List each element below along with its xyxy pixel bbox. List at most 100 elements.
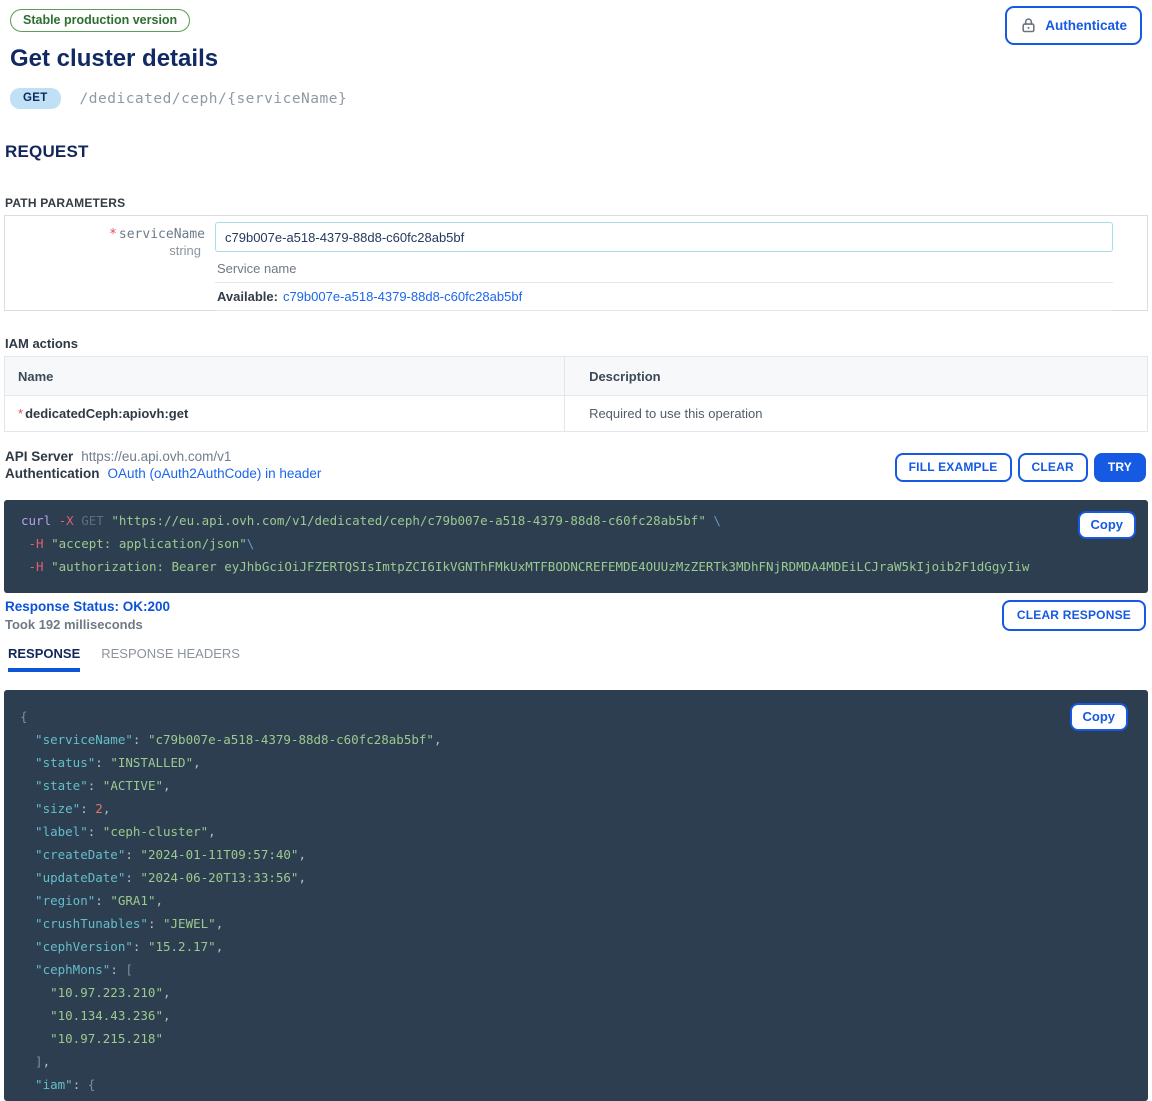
version-badge: Stable production version [10, 9, 190, 32]
response-status-area: Response Status: OK:200 Took 192 millise… [0, 599, 1152, 633]
code-token: "state" [20, 778, 88, 793]
iam-column-name: Name [5, 357, 565, 396]
code-token: : [133, 732, 148, 747]
available-value-link[interactable]: c79b007e-a518-4379-88d8-c60fc28ab5bf [283, 289, 522, 304]
try-button[interactable]: TRY [1094, 453, 1146, 482]
code-line: "cephMons": [ [20, 958, 1148, 981]
copy-curl-button[interactable]: Copy [1078, 511, 1137, 539]
code-token: , [298, 870, 306, 885]
code-token: "updateDate" [20, 870, 125, 885]
server-area: API Serverhttps://eu.api.ovh.com/v1 Auth… [0, 448, 1152, 482]
http-method-badge: GET [10, 88, 61, 109]
api-server-label: API Server [5, 449, 73, 464]
code-token: "region" [20, 893, 95, 908]
api-console-page: Stable production version Authenticate G… [0, 0, 1152, 1101]
code-token: , [155, 893, 163, 908]
code-token: , [298, 847, 306, 862]
code-token: : [73, 1077, 88, 1092]
iam-actions-table: Name Description *dedicatedCeph:apiovh:g… [4, 356, 1148, 432]
code-token: "crushTunables" [20, 916, 148, 931]
iam-action-description-cell: Required to use this operation [565, 396, 1148, 432]
code-token: "INSTALLED" [110, 755, 193, 770]
code-token: { [20, 709, 28, 724]
code-token: "10.134.43.236" [20, 1008, 163, 1023]
param-available-row: Available:c79b007e-a518-4379-88d8-c60fc2… [215, 283, 1113, 311]
response-code-block: Copy { "serviceName": "c79b007e-a518-437… [4, 690, 1148, 1101]
code-token [21, 536, 29, 551]
code-token: : [125, 847, 140, 862]
iam-table-row: *dedicatedCeph:apiovh:get Required to us… [5, 396, 1148, 432]
page-title: Get cluster details [10, 45, 1152, 73]
code-line: "createDate": "2024-01-11T09:57:40", [20, 843, 1148, 866]
code-token: "serviceName" [20, 732, 133, 747]
clear-response-button[interactable]: CLEAR RESPONSE [1002, 600, 1146, 631]
authenticate-label: Authenticate [1045, 18, 1127, 33]
code-line: "10.97.223.210", [20, 981, 1148, 1004]
code-token: , [193, 755, 201, 770]
code-line: "region": "GRA1", [20, 889, 1148, 912]
code-token: "ACTIVE" [103, 778, 163, 793]
fill-example-button[interactable]: FILL EXAMPLE [895, 453, 1012, 482]
code-line: -H "accept: application/json"\ [21, 532, 1148, 555]
code-token: "GRA1" [110, 893, 155, 908]
code-token: \ [247, 536, 255, 551]
code-line: "10.134.43.236", [20, 1004, 1148, 1027]
clear-button[interactable]: CLEAR [1018, 453, 1088, 482]
code-token: "15.2.17" [148, 939, 216, 954]
request-section-title: REQUEST [5, 142, 1152, 162]
service-name-input[interactable] [215, 222, 1113, 252]
code-token: : [88, 824, 103, 839]
code-line: "serviceName": "c79b007e-a518-4379-88d8-… [20, 728, 1148, 751]
code-token: "cephVersion" [20, 939, 133, 954]
code-token: "iam" [20, 1077, 73, 1092]
code-token: "size" [20, 801, 80, 816]
response-status: Response Status: OK:200 [5, 599, 1152, 615]
code-token: { [88, 1077, 96, 1092]
response-took: Took 192 milliseconds [5, 617, 1152, 633]
code-token: , [103, 801, 111, 816]
code-token: "JEWEL" [163, 916, 216, 931]
tab-response[interactable]: RESPONSE [8, 646, 80, 672]
code-token: , [216, 916, 224, 931]
code-token [21, 559, 29, 574]
code-line: "size": 2, [20, 797, 1148, 820]
code-token: : [110, 962, 125, 977]
code-token: "10.97.215.218" [20, 1031, 163, 1046]
code-token: ] [20, 1054, 43, 1069]
endpoint-row: GET /dedicated/ceph/{serviceName} [10, 88, 1152, 109]
endpoint-path: /dedicated/ceph/{serviceName} [80, 91, 348, 107]
code-token: "cephMons" [20, 962, 110, 977]
code-token: "status" [20, 755, 95, 770]
code-token: \ [706, 513, 721, 528]
curl-code: curl -X GET "https://eu.api.ovh.com/v1/d… [21, 509, 1148, 578]
code-token: , [208, 824, 216, 839]
param-label: *serviceName string [5, 227, 205, 258]
required-marker: * [109, 227, 117, 242]
code-line: ], [20, 1050, 1148, 1073]
action-buttons: FILL EXAMPLE CLEAR TRY [895, 453, 1146, 482]
code-token: "label" [20, 824, 88, 839]
code-token: : [148, 916, 163, 931]
code-line: "status": "INSTALLED", [20, 751, 1148, 774]
code-token: : [80, 801, 95, 816]
authenticate-button[interactable]: Authenticate [1005, 6, 1142, 45]
code-token: "2024-06-20T13:33:56" [140, 870, 298, 885]
curl-code-block: Copy curl -X GET "https://eu.api.ovh.com… [4, 500, 1148, 593]
code-token: "10.97.223.210" [20, 985, 163, 1000]
code-token: "ceph-cluster" [103, 824, 208, 839]
code-token: -X [59, 513, 82, 528]
iam-action-name-cell: *dedicatedCeph:apiovh:get [5, 396, 565, 432]
code-line: curl -X GET "https://eu.api.ovh.com/v1/d… [21, 509, 1148, 532]
param-right-column: Service name Available:c79b007e-a518-437… [215, 222, 1113, 311]
param-type: string [5, 243, 205, 258]
code-token: : [95, 893, 110, 908]
copy-response-button[interactable]: Copy [1070, 703, 1129, 731]
oauth-link[interactable]: OAuth (oAuth2AuthCode) in header [108, 466, 322, 481]
code-line: "cephVersion": "15.2.17", [20, 935, 1148, 958]
tab-response-headers[interactable]: RESPONSE HEADERS [101, 646, 240, 672]
code-token: , [163, 1008, 171, 1023]
response-tabs: RESPONSE RESPONSE HEADERS [8, 646, 1152, 672]
response-code: { "serviceName": "c79b007e-a518-4379-88d… [20, 705, 1148, 1096]
code-line: "state": "ACTIVE", [20, 774, 1148, 797]
code-line: -H "authorization: Bearer eyJhbGciOiJFZE… [21, 555, 1148, 578]
